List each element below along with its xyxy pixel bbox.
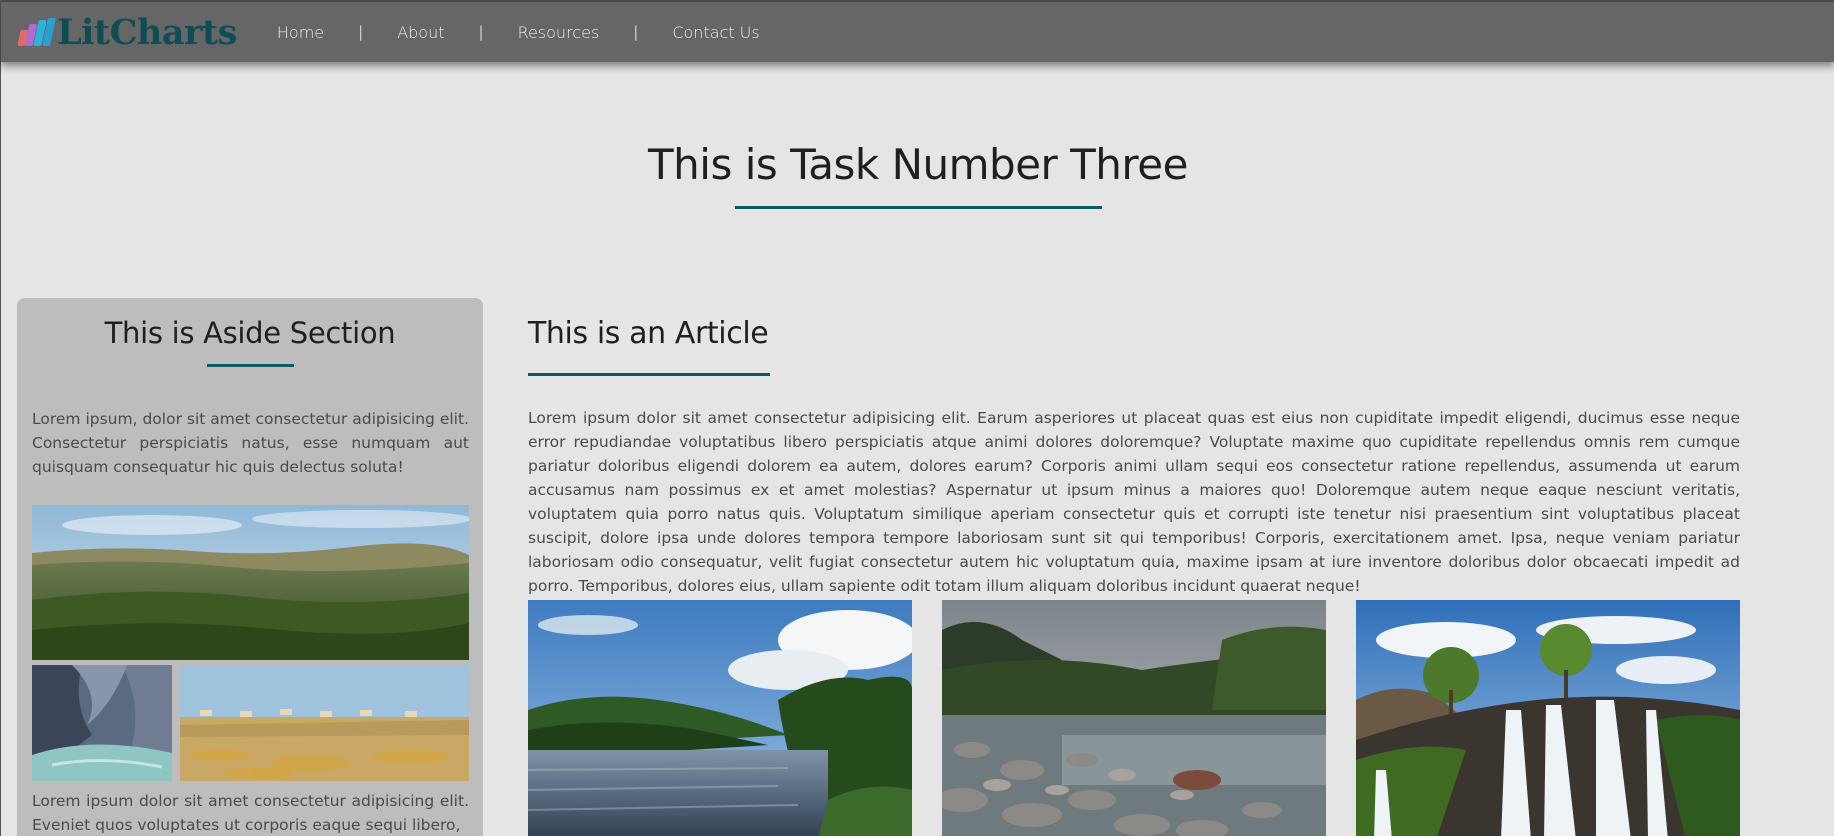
nav-separator: | bbox=[478, 23, 484, 41]
logo-bars-icon bbox=[17, 16, 56, 48]
page-title: This is Task Number Three bbox=[648, 140, 1188, 189]
waterfall-image bbox=[1356, 600, 1740, 836]
nav-link-about[interactable]: About bbox=[397, 23, 444, 42]
article-section: This is an Article Lorem ipsum dolor sit… bbox=[528, 298, 1740, 836]
navbar: LitCharts Home | About | Resources | Con… bbox=[1, 0, 1834, 62]
title-underline bbox=[735, 206, 1102, 209]
nav-separator: | bbox=[358, 23, 364, 41]
savanna-antelope-image bbox=[180, 665, 469, 781]
aside-title-underline bbox=[206, 364, 294, 367]
article-title-underline bbox=[528, 373, 770, 376]
canyon-image bbox=[32, 665, 172, 781]
main-nav: Home | About | Resources | Contact Us bbox=[277, 23, 760, 42]
aside-title: This is Aside Section bbox=[104, 316, 396, 350]
brand-logo[interactable]: LitCharts bbox=[17, 11, 237, 53]
article-paragraph: Lorem ipsum dolor sit amet consectetur a… bbox=[528, 409, 1740, 595]
aside-paragraph-2: Lorem ipsum dolor sit amet consectetur a… bbox=[32, 792, 469, 834]
nav-link-contact[interactable]: Contact Us bbox=[672, 23, 759, 42]
aside-gallery bbox=[32, 505, 469, 781]
brand-name: LitCharts bbox=[57, 11, 237, 53]
nav-link-home[interactable]: Home bbox=[277, 23, 324, 42]
article-photo-row bbox=[528, 600, 1740, 836]
nav-separator: | bbox=[633, 23, 639, 41]
rocky-stream-image bbox=[942, 600, 1326, 836]
nav-link-resources[interactable]: Resources bbox=[518, 23, 600, 42]
article-title: This is an Article bbox=[528, 316, 769, 351]
aside-section: This is Aside Section Lorem ipsum, dolor… bbox=[17, 298, 483, 836]
forest-hills-image bbox=[32, 505, 469, 660]
aside-paragraph: Lorem ipsum, dolor sit amet consectetur … bbox=[32, 410, 469, 476]
river-landscape-image bbox=[528, 600, 912, 836]
